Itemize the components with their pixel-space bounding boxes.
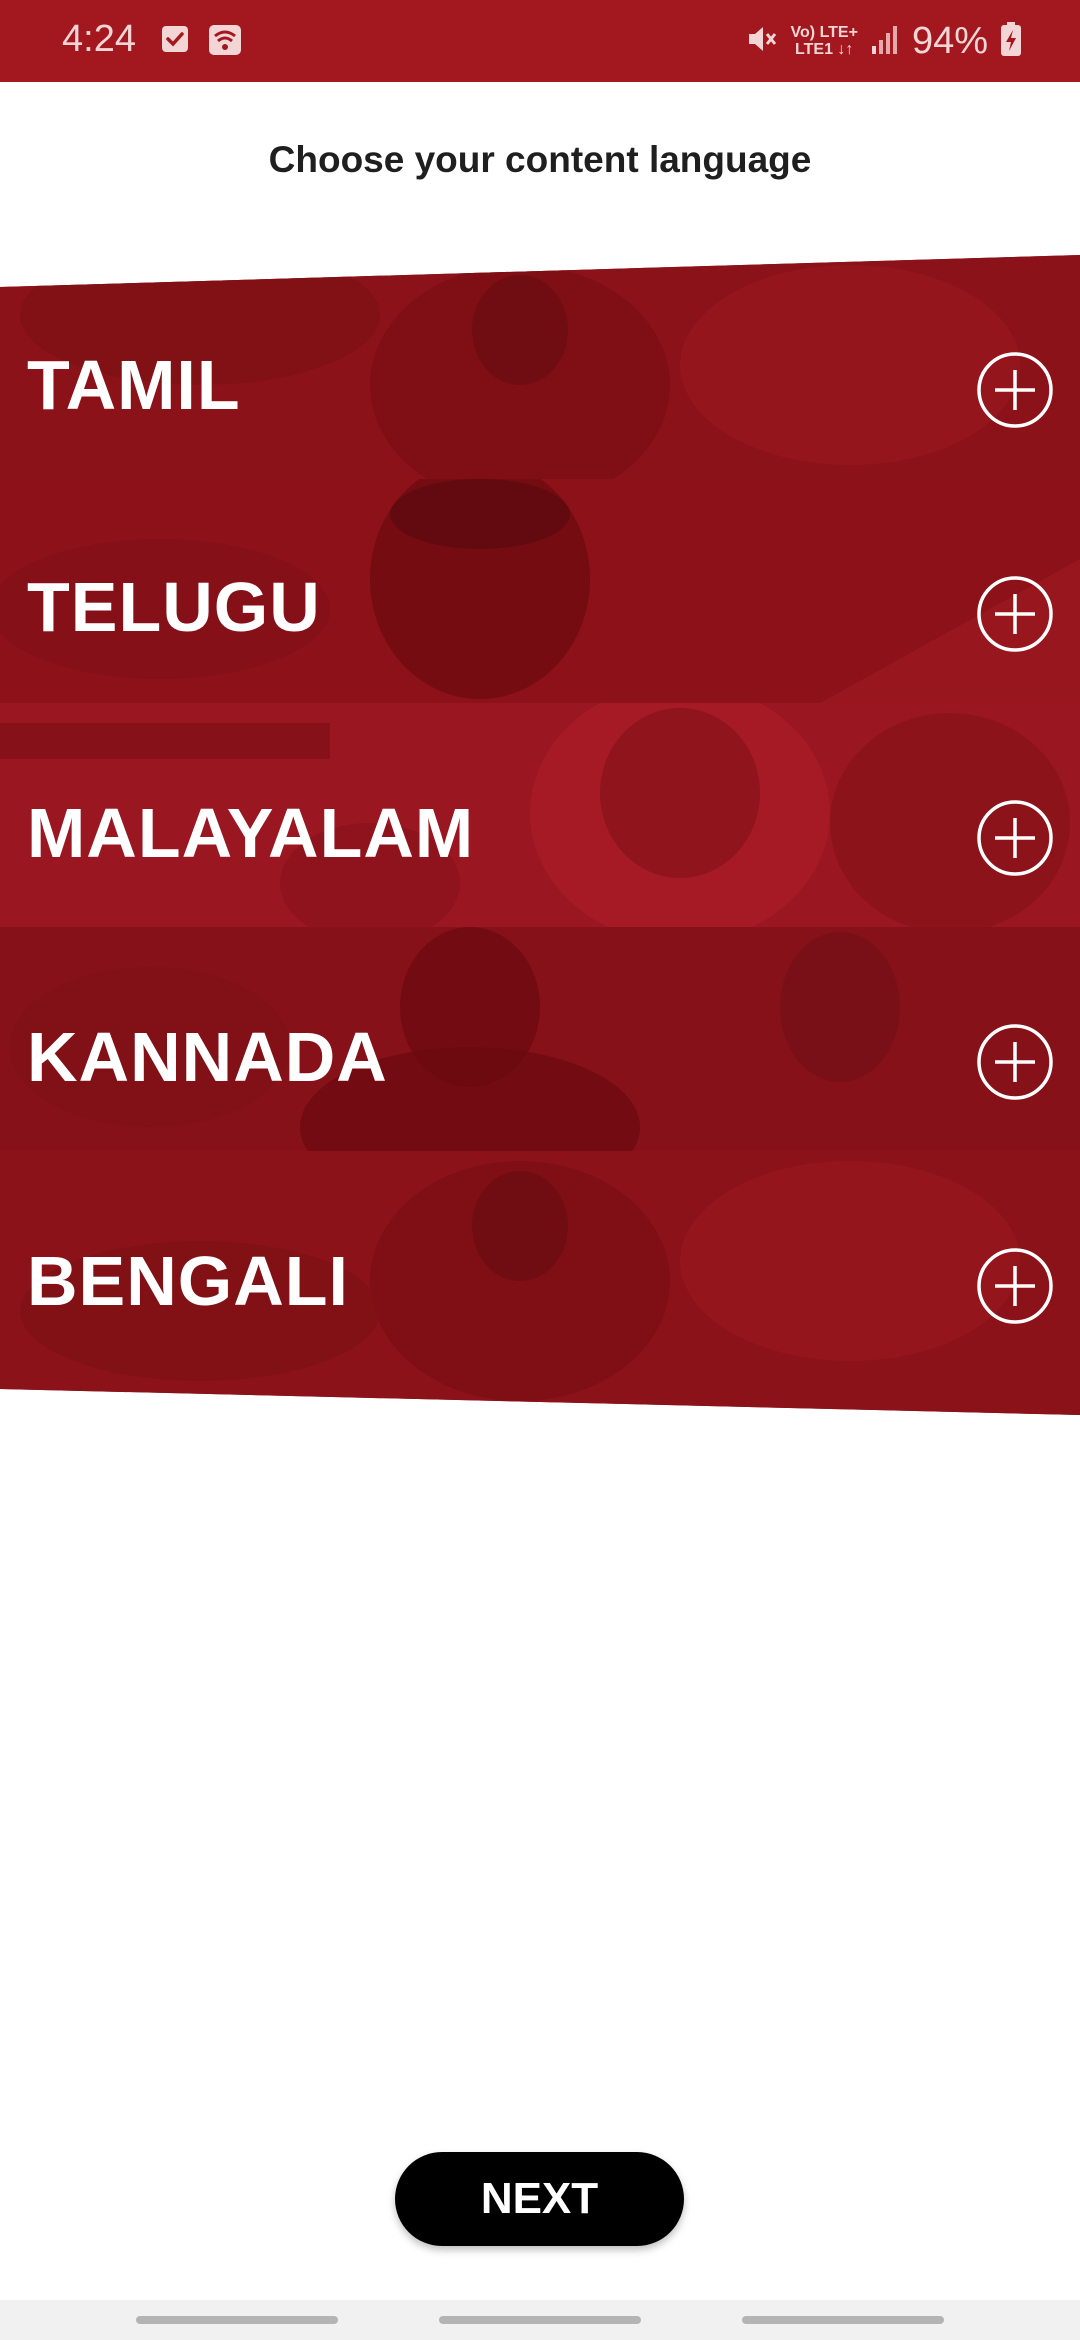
network-label: Vo) LTE+ LTE1 ↓↑ [791, 24, 858, 58]
language-label-telugu: TELUGU [27, 568, 321, 646]
status-right-group: Vo) LTE+ LTE1 ↓↑ 94% [745, 18, 1022, 64]
language-row-malayalam[interactable]: MALAYALAM [0, 703, 1080, 927]
navigation-bar [0, 2300, 1080, 2340]
status-bar: 4:24 Vo) LTE+ LTE1 ↓↑ 94% [0, 0, 1080, 82]
check-square-icon [160, 24, 190, 59]
language-row-bengali[interactable]: BENGALI [0, 1151, 1080, 1415]
language-selection-screen: 4:24 Vo) LTE+ LTE1 ↓↑ 94% Choose your co… [0, 0, 1080, 2340]
page-title: Choose your content language [268, 139, 812, 180]
add-malayalam-button[interactable] [976, 799, 1054, 877]
plus-circle-icon [977, 1248, 1053, 1324]
signal-icon [870, 22, 900, 61]
wifi-hotspot-icon [208, 24, 242, 61]
status-time: 4:24 [62, 18, 136, 60]
language-label-kannada: KANNADA [27, 1018, 388, 1096]
language-row-telugu[interactable]: TELUGU [0, 479, 1080, 703]
language-label-tamil: TAMIL [27, 346, 241, 424]
mute-icon [745, 22, 779, 61]
plus-circle-icon [977, 800, 1053, 876]
battery-charging-icon [1000, 21, 1022, 62]
add-telugu-button[interactable] [976, 575, 1054, 653]
nav-back-handle[interactable] [742, 2316, 944, 2324]
battery-percent: 94% [911, 19, 988, 62]
language-list: TAMIL TELUGU MALAYALAM KANNADA BENGALI [0, 255, 1080, 1415]
nav-home-handle[interactable] [439, 2316, 641, 2324]
add-bengali-button[interactable] [976, 1247, 1054, 1325]
plus-circle-icon [977, 1024, 1053, 1100]
language-label-malayalam: MALAYALAM [27, 794, 475, 872]
add-kannada-button[interactable] [976, 1023, 1054, 1101]
plus-circle-icon [977, 352, 1053, 428]
network-top: Vo) LTE+ [790, 24, 858, 41]
add-tamil-button[interactable] [976, 351, 1054, 429]
nav-recents-handle[interactable] [136, 2316, 338, 2324]
language-label-bengali: BENGALI [27, 1242, 349, 1320]
network-bottom: LTE1 ↓↑ [795, 41, 854, 58]
language-row-kannada[interactable]: KANNADA [0, 927, 1080, 1151]
next-button[interactable]: NEXT [395, 2152, 684, 2246]
plus-circle-icon [977, 576, 1053, 652]
language-row-tamil[interactable]: TAMIL [0, 255, 1080, 500]
